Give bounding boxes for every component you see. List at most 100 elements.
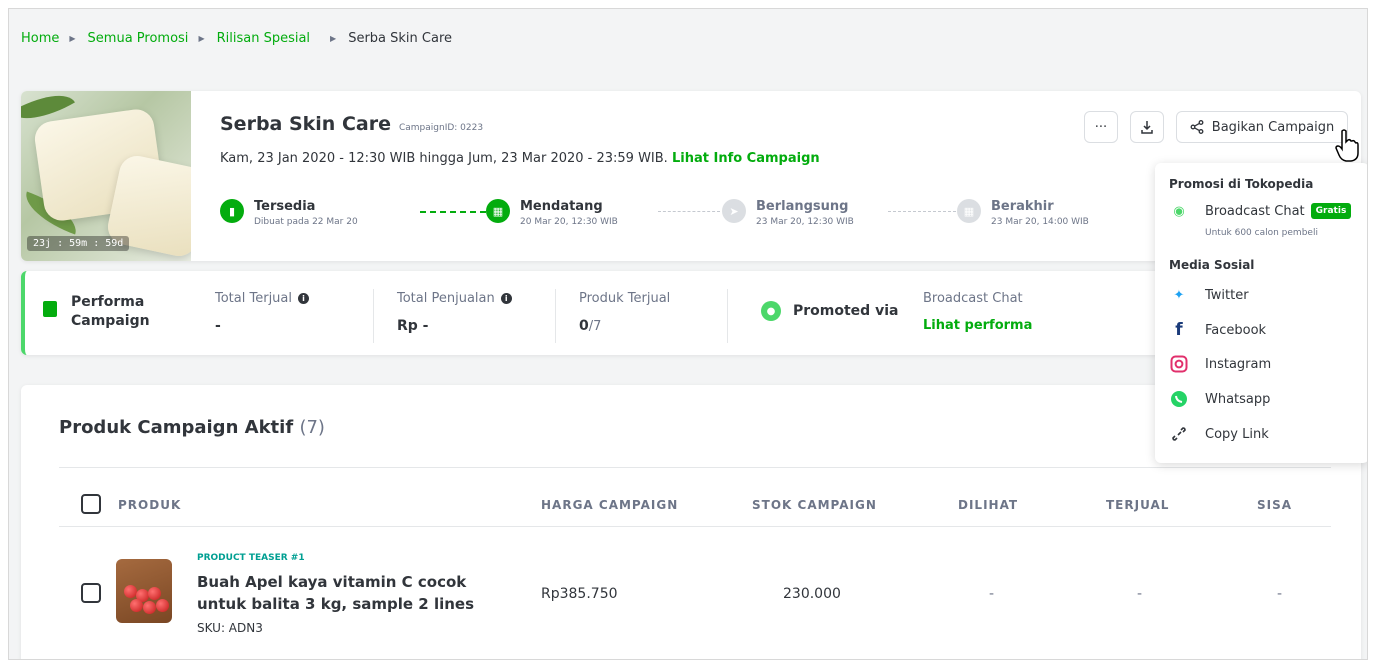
more-options-button[interactable]: ··· (1084, 111, 1118, 143)
metric-label: Produk Terjual (579, 291, 671, 306)
breadcrumb-separator-icon: ▶ (69, 34, 76, 43)
step-date: Dibuat pada 22 Mar 20 (254, 217, 358, 227)
product-list-title: Produk Campaign Aktif (7) (59, 417, 325, 438)
product-sisa: - (1277, 586, 1283, 602)
breadcrumb-semua-promosi[interactable]: Semua Promosi (88, 31, 189, 46)
step-name: Berlangsung (756, 199, 849, 214)
share-facebook[interactable]: f Facebook (1169, 320, 1266, 340)
share-instagram[interactable]: Instagram (1169, 354, 1271, 374)
step-mendatang: ▦ Mendatang 20 Mar 20, 12:30 WIB (486, 199, 618, 227)
product-image (116, 559, 172, 623)
column-header-terjual[interactable]: TERJUAL (1106, 498, 1169, 512)
divider (555, 289, 556, 343)
bagikan-campaign-button[interactable]: Bagikan Campaign (1176, 111, 1348, 143)
instagram-label: Instagram (1205, 356, 1272, 372)
info-icon[interactable]: i (500, 293, 512, 304)
promoted-via: ● Promoted via (761, 301, 898, 321)
step-tersedia: ▮ Tersedia Dibuat pada 22 Mar 20 (220, 199, 358, 227)
dropdown-section-media-sosial: Media Sosial (1169, 258, 1255, 272)
copy-link-label: Copy Link (1205, 426, 1269, 442)
column-header-stok-campaign[interactable]: STOK CAMPAIGN (752, 498, 877, 512)
share-whatsapp[interactable]: Whatsapp (1169, 389, 1270, 409)
download-button[interactable] (1130, 111, 1164, 143)
column-header-dilihat[interactable]: DILIHAT (958, 498, 1018, 512)
step-name: Tersedia (254, 199, 316, 214)
metric-total: /7 (588, 319, 602, 334)
select-all-checkbox[interactable] (81, 494, 101, 514)
breadcrumb-rilisan-spesial[interactable]: Rilisan Spesial (217, 31, 310, 46)
document-icon (43, 301, 57, 317)
metric-total-penjualan: Total Penjualan i Rp - (397, 291, 512, 334)
promoted-via-label: Promoted via (793, 303, 899, 319)
campaign-thumbnail: 23j : 59m : 59d (21, 91, 191, 261)
rocket-icon: ➤ (722, 199, 746, 223)
column-header-produk: PRODUK (118, 498, 182, 512)
product-harga: Rp385.750 (541, 586, 618, 602)
share-icon (1190, 120, 1204, 134)
metric-label: Total Terjual (215, 291, 292, 306)
campaign-status-steps: ▮ Tersedia Dibuat pada 22 Mar 20 ▦ Menda… (220, 199, 1160, 243)
broadcast-chat-performance: Broadcast Chat Lihat performa (923, 291, 1032, 333)
twitter-icon: ✦ (1173, 287, 1185, 303)
product-count: (7) (299, 417, 325, 438)
info-icon[interactable]: i (298, 293, 309, 304)
divider (727, 289, 728, 343)
row-checkbox[interactable] (81, 583, 101, 603)
apple-shape (148, 587, 161, 600)
bagikan-campaign-label: Bagikan Campaign (1211, 119, 1335, 135)
column-header-harga-campaign[interactable]: HARGA CAMPAIGN (541, 498, 678, 512)
product-name[interactable]: Buah Apel kaya vitamin C cocok untuk bal… (197, 571, 477, 615)
product-sku: SKU: ADN3 (197, 621, 263, 635)
apple-shape (143, 601, 156, 614)
share-twitter[interactable]: ✦ Twitter (1169, 285, 1249, 305)
share-broadcast-chat[interactable]: ◉ Broadcast Chat Gratis (1169, 201, 1352, 221)
divider (59, 467, 1331, 468)
breadcrumb-home[interactable]: Home (21, 31, 59, 46)
breadcrumb-separator-icon: ▶ (198, 34, 205, 43)
product-dilihat: - (989, 586, 995, 602)
breadcrumb-current: Serba Skin Care (348, 31, 453, 46)
lihat-performa-link[interactable]: Lihat performa (923, 318, 1032, 333)
link-icon (1169, 424, 1189, 444)
broadcast-chat-icon: ● (761, 301, 781, 321)
more-icon: ··· (1094, 119, 1108, 135)
product-stok: 230.000 (783, 586, 841, 602)
campaign-title: Serba Skin Care (220, 113, 391, 135)
instagram-icon (1169, 354, 1189, 374)
metric-value: Rp - (397, 318, 429, 334)
step-name: Mendatang (520, 199, 603, 214)
page-frame: Home ▶ Semua Promosi ▶ Rilisan Spesial ▶… (8, 8, 1368, 660)
download-icon (1141, 121, 1153, 134)
breadcrumb: Home ▶ Semua Promosi ▶ Rilisan Spesial ▶… (21, 31, 452, 46)
hand-cursor-icon (1335, 129, 1359, 162)
metric-value: - (215, 318, 221, 334)
broadcast-chat-subtext: Untuk 600 calon pembeli (1205, 228, 1318, 238)
product-terjual: - (1137, 586, 1143, 602)
metric-value: 0 (579, 318, 589, 334)
share-dropdown-menu: Promosi di Tokopedia ◉ Broadcast Chat Gr… (1155, 163, 1367, 463)
calendar-icon: ▦ (486, 199, 510, 223)
campaign-title-row: Serba Skin Care CampaignID: 0223 (220, 113, 483, 135)
twitter-label: Twitter (1205, 287, 1249, 303)
broadcast-chat-label: Broadcast Chat (1205, 203, 1305, 219)
facebook-icon: f (1175, 320, 1183, 340)
chat-bubble-icon: ◉ (1173, 203, 1185, 219)
divider (59, 526, 1331, 527)
share-copy-link[interactable]: Copy Link (1169, 424, 1269, 444)
divider (373, 289, 374, 343)
lihat-info-campaign-link[interactable]: Lihat Info Campaign (672, 151, 820, 166)
metric-total-terjual: Total Terjual i - (215, 291, 309, 334)
column-header-sisa[interactable]: SISA (1257, 498, 1292, 512)
apple-shape (156, 599, 169, 612)
calendar-end-icon: ▦ (957, 199, 981, 223)
whatsapp-icon (1169, 389, 1189, 409)
campaign-dates: Kam, 23 Jan 2020 - 12:30 WIB hingga Jum,… (220, 151, 820, 166)
step-berlangsung: ➤ Berlangsung 23 Mar 20, 12:30 WIB (722, 199, 854, 227)
performa-title-line2: Campaign (71, 313, 150, 329)
step-name: Berakhir (991, 199, 1054, 214)
metric-label: Total Penjualan (397, 291, 495, 306)
step-connector (658, 211, 720, 212)
gratis-badge: Gratis (1310, 203, 1352, 219)
product-teaser-label: PRODUCT TEASER #1 (197, 553, 305, 563)
apple-shape (130, 599, 143, 612)
